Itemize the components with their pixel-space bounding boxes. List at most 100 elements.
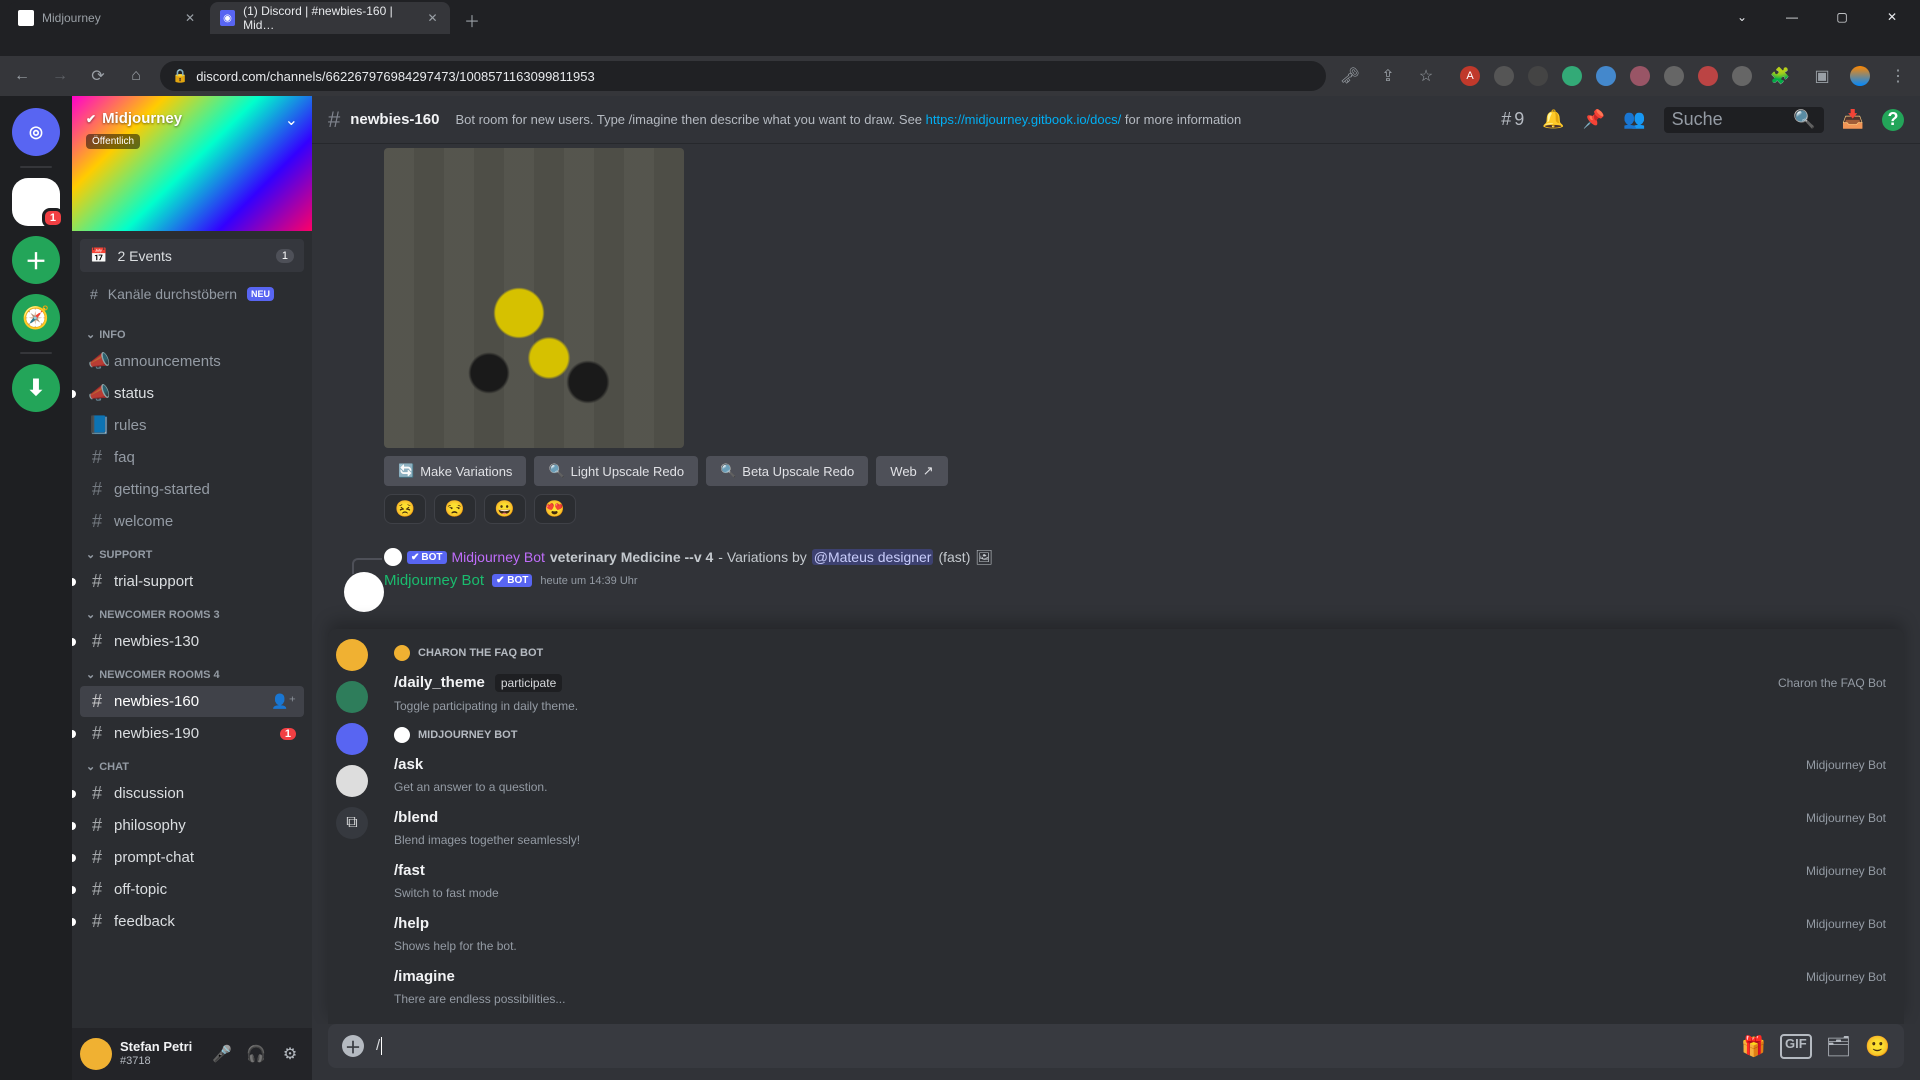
inbox-icon[interactable]: 📥 xyxy=(1842,109,1864,130)
topic-link[interactable]: https://midjourney.gitbook.io/docs/ xyxy=(926,112,1122,127)
reaction-button[interactable]: 😍 xyxy=(534,494,576,524)
mic-muted-icon[interactable]: 🎤 xyxy=(208,1040,236,1068)
reply-reference[interactable]: ✔ BOT Midjourney Bot veterinary Medicine… xyxy=(328,548,1904,566)
extension-icon[interactable] xyxy=(1698,66,1718,86)
category-header[interactable]: ⌄CHAT xyxy=(80,750,304,777)
ac-item-ask[interactable]: /askMidjourney Bot xyxy=(388,749,1892,780)
category-header[interactable]: ⌄SUPPORT xyxy=(80,538,304,565)
maximize-icon[interactable]: ▢ xyxy=(1820,2,1864,32)
extension-icon[interactable] xyxy=(1664,66,1684,86)
gift-icon[interactable]: 🎁 xyxy=(1741,1034,1766,1059)
channel-prompt-chat[interactable]: #prompt-chat xyxy=(80,842,304,873)
channel-philosophy[interactable]: #philosophy xyxy=(80,810,304,841)
ac-item-daily-theme[interactable]: /daily_themeparticipateCharon the FAQ Bo… xyxy=(388,667,1892,699)
channel-status[interactable]: 📣status xyxy=(80,378,304,409)
extension-icon[interactable]: A xyxy=(1460,66,1480,86)
channel-rules[interactable]: 📘rules xyxy=(80,410,304,441)
events-button[interactable]: 📅2 Events1 xyxy=(80,239,304,272)
ac-item-fast[interactable]: /fastMidjourney Bot xyxy=(388,855,1892,886)
home-icon[interactable]: ⌂ xyxy=(122,62,150,90)
settings-gear-icon[interactable]: ⚙ xyxy=(276,1040,304,1068)
message-author[interactable]: Midjourney Bot xyxy=(384,572,484,589)
extension-icon[interactable] xyxy=(1596,66,1616,86)
channel-trial-support[interactable]: #trial-support xyxy=(80,566,304,597)
discord-home-icon[interactable]: ◎ xyxy=(12,108,60,156)
reaction-button[interactable]: 😀 xyxy=(484,494,526,524)
new-tab-button[interactable]: ＋ xyxy=(458,6,486,34)
close-window-icon[interactable]: ✕ xyxy=(1870,2,1914,32)
browser-tab[interactable]: ◉(1) Discord | #newbies-160 | Mid…✕ xyxy=(210,2,450,34)
channel-feedback[interactable]: #feedback xyxy=(80,906,304,937)
server-banner[interactable]: ✔Midjourney Öffentlich ⌄ xyxy=(72,96,312,231)
extension-icon[interactable] xyxy=(1562,66,1582,86)
extensions-menu-icon[interactable]: 🧩 xyxy=(1766,62,1794,90)
help-icon[interactable]: ? xyxy=(1882,109,1904,131)
ac-source-icon[interactable]: ⧉ xyxy=(336,807,368,839)
extension-icon[interactable] xyxy=(1732,66,1752,86)
channel-announcements[interactable]: 📣announcements xyxy=(80,346,304,377)
message-avatar[interactable] xyxy=(344,572,384,612)
chevron-down-icon[interactable]: ⌄ xyxy=(1720,2,1764,32)
key-icon[interactable]: 🗝 xyxy=(1336,62,1364,90)
threads-button[interactable]: #9 xyxy=(1501,109,1524,130)
user-mention[interactable]: @Mateus designer xyxy=(812,549,934,565)
category-header[interactable]: ⌄INFO xyxy=(80,318,304,345)
ac-item-help[interactable]: /helpMidjourney Bot xyxy=(388,908,1892,939)
reload-icon[interactable]: ⟳ xyxy=(84,62,112,90)
user-avatar[interactable] xyxy=(80,1038,112,1070)
message-list[interactable]: 🔄 Make Variations 🔍 Light Upscale Redo 🔍… xyxy=(312,144,1920,1024)
channel-topic[interactable]: Bot room for new users. Type /imagine th… xyxy=(455,112,1491,127)
emoji-picker-icon[interactable]: 🙂 xyxy=(1865,1034,1890,1059)
close-icon[interactable]: ✕ xyxy=(425,10,440,26)
category-header[interactable]: ⌄NEWCOMER ROOMS 3 xyxy=(80,598,304,625)
pinned-icon[interactable]: 📌 xyxy=(1583,109,1605,130)
add-server-icon[interactable]: ＋ xyxy=(12,236,60,284)
search-input[interactable]: Suche🔍 xyxy=(1664,107,1824,133)
sticker-icon[interactable]: 🗂 xyxy=(1826,1034,1851,1059)
add-user-icon[interactable]: 👤⁺ xyxy=(271,693,296,710)
ac-source-icon[interactable] xyxy=(336,765,368,797)
share-icon[interactable]: ⇪ xyxy=(1374,62,1402,90)
light-upscale-button[interactable]: 🔍 Light Upscale Redo xyxy=(534,456,698,486)
download-icon[interactable]: ⬇ xyxy=(12,364,60,412)
web-button[interactable]: Web ↗ xyxy=(876,456,947,486)
attach-plus-icon[interactable]: ＋ xyxy=(342,1035,364,1057)
minimize-icon[interactable]: — xyxy=(1770,2,1814,32)
category-header[interactable]: ⌄NEWCOMER ROOMS 4 xyxy=(80,658,304,685)
ac-source-icon[interactable] xyxy=(336,681,368,713)
browser-tab[interactable]: Midjourney✕ xyxy=(8,2,208,34)
channel-newbies-190[interactable]: #newbies-1901 xyxy=(80,718,304,749)
browse-channels-button[interactable]: #Kanäle durchstöbernNEU xyxy=(80,278,304,310)
beta-upscale-button[interactable]: 🔍 Beta Upscale Redo xyxy=(706,456,868,486)
members-icon[interactable]: 👥 xyxy=(1623,109,1645,130)
ac-source-icon[interactable] xyxy=(336,639,368,671)
notifications-icon[interactable]: 🔔 xyxy=(1542,109,1564,130)
sidepanel-icon[interactable]: ▣ xyxy=(1808,62,1836,90)
make-variations-button[interactable]: 🔄 Make Variations xyxy=(384,456,526,486)
gif-icon[interactable]: GIF xyxy=(1780,1034,1812,1059)
explore-icon[interactable]: 🧭 xyxy=(12,294,60,342)
message-input[interactable]: ＋ / 🎁 GIF 🗂 🙂 xyxy=(328,1024,1904,1068)
kebab-menu-icon[interactable]: ⋮ xyxy=(1884,62,1912,90)
ac-item-blend[interactable]: /blendMidjourney Bot xyxy=(388,802,1892,833)
reaction-button[interactable]: 😣 xyxy=(384,494,426,524)
profile-avatar-icon[interactable] xyxy=(1850,66,1870,86)
close-icon[interactable]: ✕ xyxy=(182,10,198,26)
channel-discussion[interactable]: #discussion xyxy=(80,778,304,809)
server-midjourney-icon[interactable]: 1 xyxy=(12,178,60,226)
channel-faq[interactable]: #faq xyxy=(80,442,304,473)
ac-item-imagine[interactable]: /imagineMidjourney Bot xyxy=(388,961,1892,992)
channel-getting-started[interactable]: #getting-started xyxy=(80,474,304,505)
extension-icon[interactable] xyxy=(1494,66,1514,86)
channel-welcome[interactable]: #welcome xyxy=(80,506,304,537)
channel-newbies-130[interactable]: #newbies-130 xyxy=(80,626,304,657)
url-bar[interactable]: 🔒discord.com/channels/662267976984297473… xyxy=(160,61,1326,91)
star-icon[interactable]: ☆ xyxy=(1412,62,1440,90)
chevron-down-icon[interactable]: ⌄ xyxy=(285,110,298,130)
back-icon[interactable]: ← xyxy=(8,62,36,90)
reaction-button[interactable]: 😒 xyxy=(434,494,476,524)
channel-off-topic[interactable]: #off-topic xyxy=(80,874,304,905)
extension-icon[interactable] xyxy=(1528,66,1548,86)
channel-newbies-160[interactable]: #newbies-160👤⁺ xyxy=(80,686,304,717)
ac-source-icon[interactable] xyxy=(336,723,368,755)
